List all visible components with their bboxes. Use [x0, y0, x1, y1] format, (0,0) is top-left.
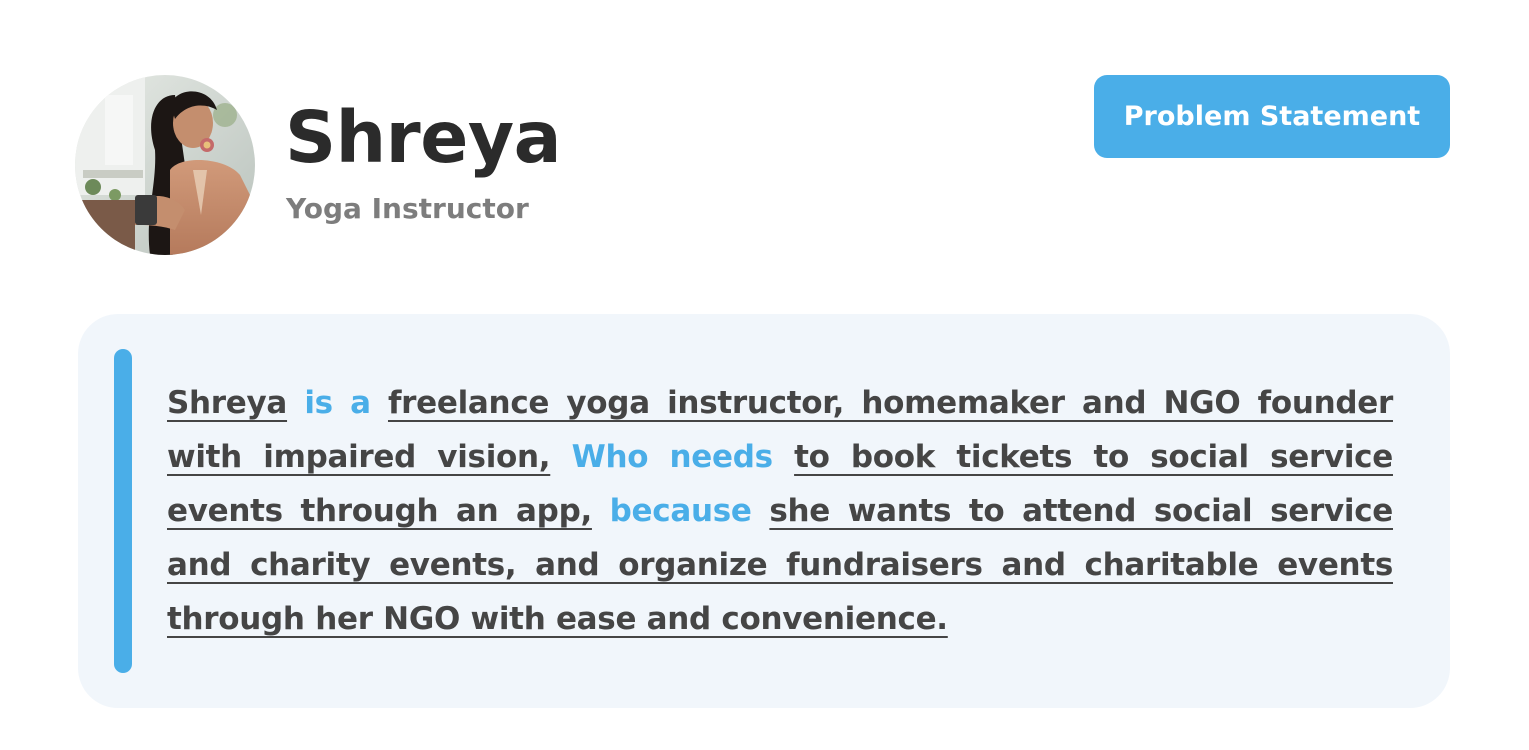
accent-bar [114, 349, 132, 673]
problem-statement-card: Shreya is a freelance yoga instructor, h… [78, 314, 1450, 708]
problem-statement-button[interactable]: Problem Statement [1094, 75, 1450, 158]
problem-statement-text: Shreya is a freelance yoga instructor, h… [167, 376, 1393, 646]
persona-avatar [75, 75, 255, 255]
keyword-is-a: is a [304, 385, 371, 421]
persona-name: Shreya [285, 96, 562, 179]
persona-photo [75, 75, 255, 255]
persona-role: Yoga Instructor [286, 192, 529, 225]
keyword-because: because [609, 493, 752, 529]
statement-subject: Shreya [167, 385, 288, 421]
keyword-who-needs: Who needs [571, 439, 774, 475]
